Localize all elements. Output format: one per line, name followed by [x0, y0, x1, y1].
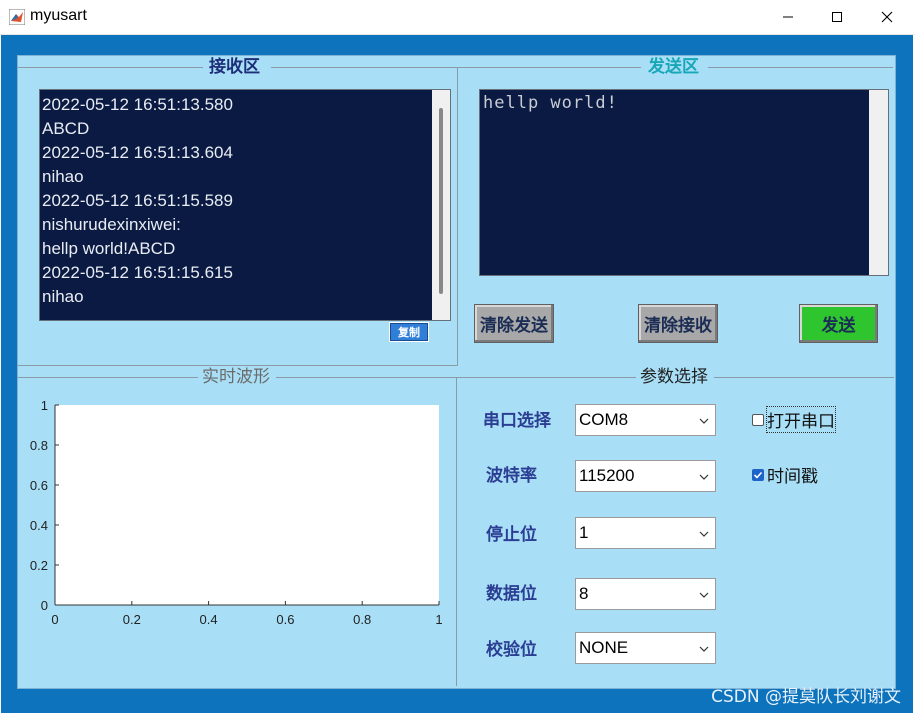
- clear-send-button[interactable]: 清除发送: [474, 304, 554, 343]
- send-scrollbar[interactable]: [869, 90, 888, 275]
- receive-log-line: 2022-05-12 16:51:13.580: [42, 95, 233, 114]
- minimize-icon: [783, 16, 793, 18]
- receive-log-line: nishurudexinxiwei:: [42, 215, 181, 234]
- waveform-panel-title: 实时波形: [198, 366, 274, 388]
- receive-log-line: 2022-05-12 16:51:15.615: [42, 263, 233, 282]
- send-panel-title: 发送区: [644, 56, 703, 78]
- minimize-button[interactable]: [763, 0, 813, 34]
- receive-textbox[interactable]: 2022-05-12 16:51:13.580 ABCD 2022-05-12 16…: [39, 89, 451, 321]
- receive-log-line: nihao: [42, 167, 84, 186]
- y-tick-label: 0.8: [30, 438, 48, 453]
- copy-button[interactable]: 复制: [389, 322, 429, 342]
- y-tick-label: 0: [41, 598, 48, 613]
- y-tick-label: 0.2: [30, 558, 48, 573]
- wave-title-rule-left: [18, 377, 198, 378]
- maximize-icon: [832, 12, 842, 22]
- send-button[interactable]: 发送: [799, 304, 878, 343]
- open-port-checkbox[interactable]: 打开串口: [752, 406, 836, 433]
- receive-log-line: hellp world!ABCD: [42, 239, 176, 258]
- chevron-down-icon: [699, 474, 709, 480]
- top-divider: [457, 67, 458, 365]
- baud-label: 波特率: [486, 466, 537, 486]
- y-tick-label: 1: [41, 398, 48, 413]
- stop-bits-label: 停止位: [486, 525, 537, 545]
- title-bar: myusart: [0, 0, 915, 35]
- x-tick-label: 0: [51, 612, 58, 627]
- chevron-down-icon: [699, 592, 709, 598]
- port-label: 串口选择: [483, 411, 551, 431]
- baud-value: 115200: [579, 466, 635, 485]
- stop-bits-select[interactable]: 1: [575, 517, 716, 549]
- receive-log-line: ABCD: [42, 119, 90, 138]
- open-port-label: 打开串口: [766, 406, 836, 433]
- receive-scrollbar[interactable]: [432, 90, 450, 320]
- data-bits-select[interactable]: 8: [575, 578, 716, 610]
- send-text: hellp world!: [483, 93, 618, 113]
- maximize-button[interactable]: [812, 0, 862, 34]
- x-tick-label: 1: [435, 612, 442, 627]
- param-title-rule-right: [714, 377, 894, 378]
- x-tick-label: 0.4: [200, 612, 218, 627]
- timestamp-checkbox[interactable]: 时间戳: [752, 462, 818, 487]
- window-title: myusart: [30, 7, 87, 24]
- plot-area: [55, 405, 439, 605]
- close-icon: [881, 11, 893, 23]
- parity-select[interactable]: NONE: [575, 632, 716, 664]
- receive-log: 2022-05-12 16:51:13.580 ABCD 2022-05-12 16…: [42, 93, 233, 309]
- receive-panel-title: 接收区: [205, 56, 264, 78]
- parity-value: NONE: [579, 638, 629, 657]
- port-select[interactable]: COM8: [575, 404, 716, 436]
- x-tick-label: 0.2: [123, 612, 141, 627]
- clear-receive-button[interactable]: 清除接收: [638, 304, 718, 343]
- send-title-rule-right: [708, 67, 893, 68]
- receive-log-line: 2022-05-12 16:51:13.604: [42, 143, 233, 162]
- chevron-down-icon: [699, 646, 709, 652]
- chevron-down-icon: [699, 531, 709, 537]
- x-tick-label: 0.6: [276, 612, 294, 627]
- chevron-down-icon: [699, 418, 709, 424]
- x-tick-label: 0.8: [353, 612, 371, 627]
- receive-scroll-thumb[interactable]: [439, 108, 443, 294]
- matlab-app-icon: [9, 9, 25, 25]
- timestamp-label: 时间戳: [767, 467, 818, 487]
- bottom-divider: [456, 377, 457, 686]
- waveform-chart: 0 0.2 0.4 0.6 0.8 1 0 0.2 0.4 0.6 0.8 1: [30, 398, 443, 627]
- y-tick-label: 0.6: [30, 478, 48, 493]
- receive-log-line: 2022-05-12 16:51:15.589: [42, 191, 233, 210]
- data-bits-value: 8: [579, 584, 589, 603]
- stop-bits-value: 1: [579, 523, 589, 542]
- port-value: COM8: [579, 410, 629, 429]
- parity-label: 校验位: [486, 640, 537, 660]
- params-panel-title: 参数选择: [636, 366, 712, 388]
- close-button[interactable]: [862, 0, 912, 34]
- baud-select[interactable]: 115200: [575, 460, 716, 492]
- checkbox-icon[interactable]: [752, 413, 764, 426]
- data-bits-label: 数据位: [486, 584, 537, 604]
- checkmark-icon: [753, 471, 763, 479]
- checkbox-checked-icon[interactable]: [752, 468, 764, 481]
- send-textbox[interactable]: hellp world!: [479, 89, 889, 276]
- watermark: CSDN @提莫队长刘谢文: [711, 687, 901, 707]
- receive-title-rule-right: [271, 67, 641, 68]
- receive-log-line: nihao: [42, 287, 84, 306]
- receive-title-rule-left: [18, 67, 203, 68]
- y-tick-label: 0.4: [30, 518, 48, 533]
